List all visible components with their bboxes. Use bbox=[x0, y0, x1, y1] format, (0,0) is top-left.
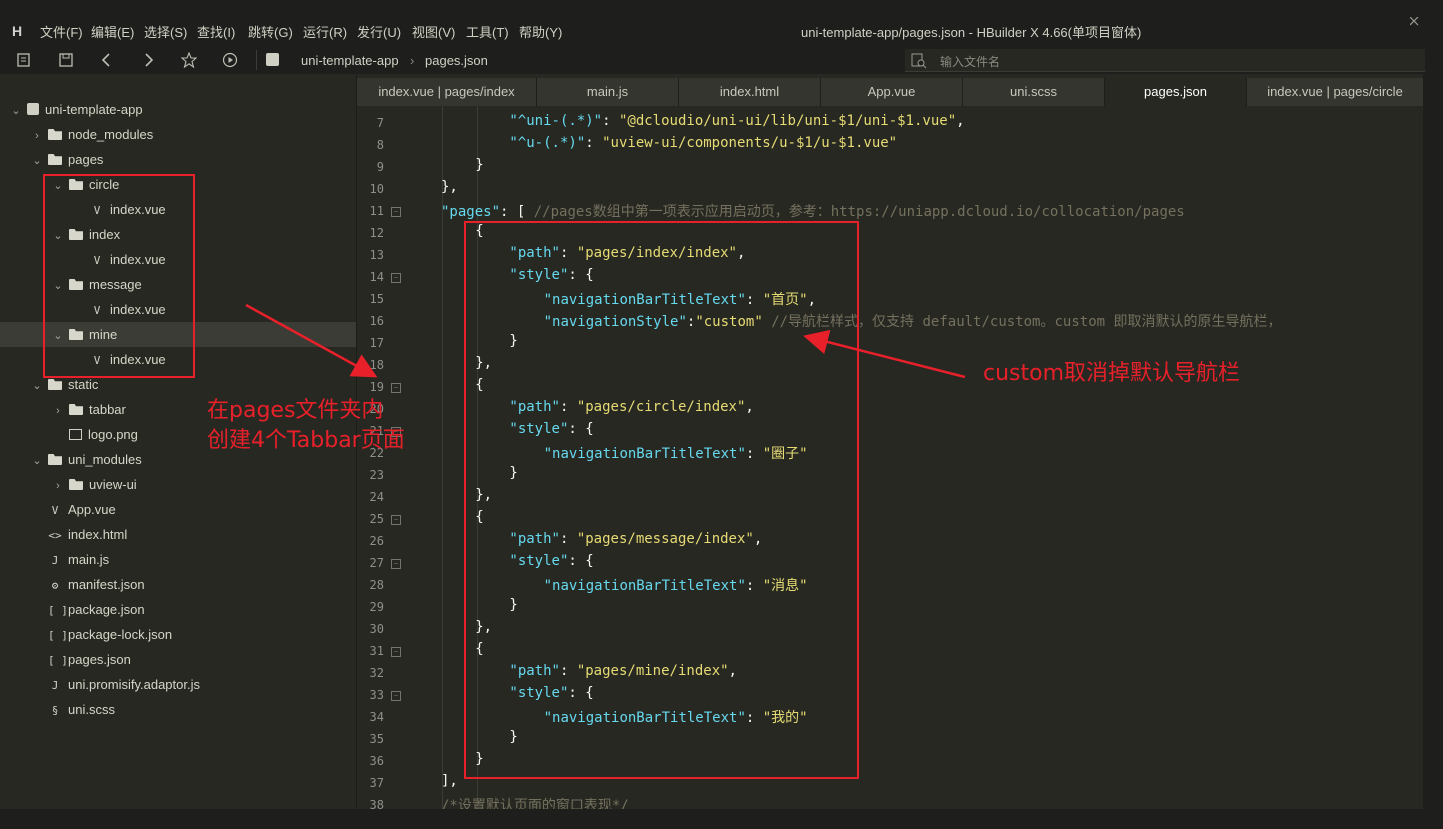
annotation-left-line-1: 在pages文件夹内 bbox=[207, 398, 384, 423]
annotation-left-line-2: 创建4个Tabbar页面 bbox=[207, 428, 405, 453]
arrow-left bbox=[245, 303, 378, 378]
arrow-right bbox=[803, 329, 966, 379]
annotation-right: custom取消掉默认导航栏 bbox=[983, 361, 1241, 386]
